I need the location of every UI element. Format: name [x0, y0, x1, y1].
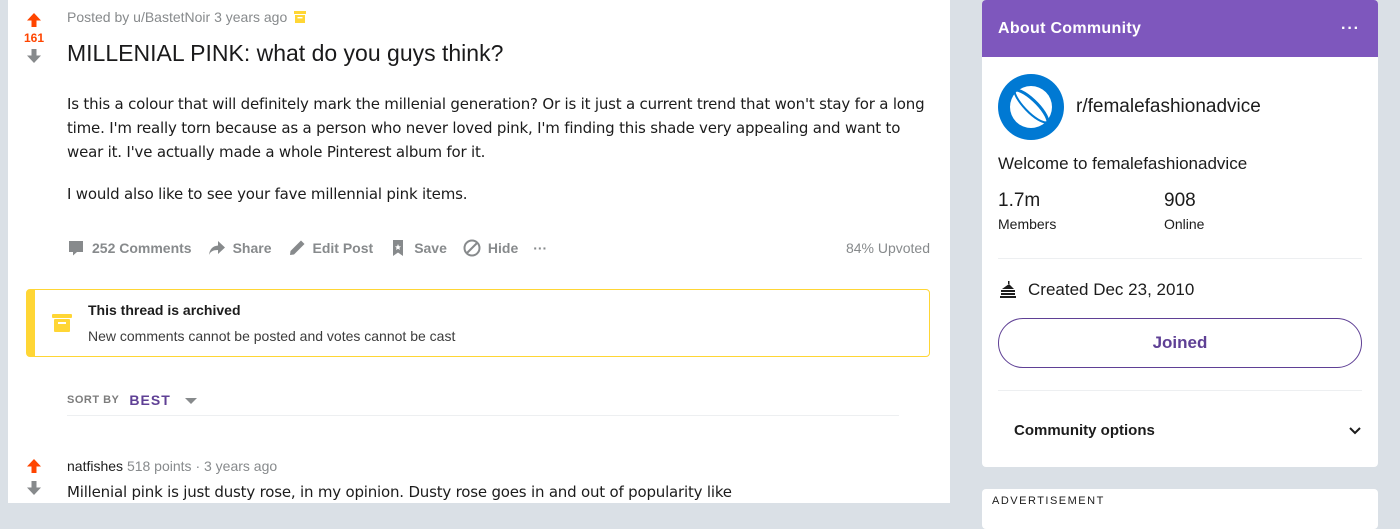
comments-label: 252 Comments — [92, 240, 192, 256]
comment-body: Millenial pink is just dusty rose, in my… — [67, 483, 732, 501]
comment-meta: natfishes 518 points · 3 years ago — [67, 458, 277, 474]
comment-time: 3 years ago — [204, 458, 278, 474]
post-vote-column: 161 — [22, 12, 46, 64]
community-options-toggle[interactable]: Community options — [1014, 422, 1362, 439]
post-score: 161 — [23, 31, 45, 45]
hide-button[interactable]: Hide — [462, 238, 518, 258]
share-button[interactable]: Share — [207, 238, 272, 258]
members-count: 1.7m — [998, 190, 1041, 211]
downvote-icon[interactable] — [26, 480, 42, 496]
advertisement-card: ADVERTISEMENT — [982, 489, 1378, 529]
community-name[interactable]: r/femalefashionadvice — [1076, 96, 1261, 118]
divider — [998, 390, 1362, 391]
archived-title: This thread is archived — [88, 302, 241, 318]
community-description: Welcome to femalefashionadvice — [998, 154, 1248, 173]
share-icon — [208, 241, 225, 255]
post-body: Is this a colour that will definitely ma… — [67, 92, 937, 224]
online-count: 908 — [1164, 190, 1196, 211]
bookmark-icon — [393, 240, 404, 256]
upvote-icon[interactable] — [26, 458, 42, 474]
hide-label: Hide — [487, 240, 519, 256]
archive-icon — [294, 11, 307, 23]
post-paragraph: Is this a colour that will definitely ma… — [67, 95, 925, 161]
more-icon: ··· — [533, 240, 548, 256]
online-label: Online — [1164, 216, 1205, 232]
created-label: Created Dec 23, 2010 — [1028, 280, 1195, 299]
more-options-button[interactable]: ··· — [533, 240, 547, 256]
hide-icon — [463, 239, 481, 257]
comment-icon — [69, 241, 83, 256]
archive-icon — [52, 314, 72, 332]
advertisement-label: ADVERTISEMENT — [992, 495, 1105, 507]
community-stats: 1.7m Members 908 Online — [998, 190, 1330, 232]
members-stat: 1.7m Members — [998, 190, 1164, 232]
comment-vote-column — [22, 458, 46, 496]
comments-button[interactable]: 252 Comments — [66, 238, 192, 258]
archived-subtitle: New comments cannot be posted and votes … — [88, 328, 456, 344]
community-options-label: Community options — [1014, 422, 1155, 439]
upvote-ratio: 84% Upvoted — [845, 240, 930, 256]
edit-post-button[interactable]: Edit Post — [287, 238, 374, 258]
save-label: Save — [414, 240, 447, 256]
post-title: MILLENIAL PINK: what do you guys think? — [67, 40, 504, 66]
edit-post-label: Edit Post — [312, 240, 374, 256]
created-date: Created Dec 23, 2010 — [998, 280, 1194, 300]
post-author-time: Posted by u/BastetNoir 3 years ago — [67, 9, 288, 25]
comment-author[interactable]: natfishes — [67, 458, 123, 474]
post-meta: Posted by u/BastetNoir 3 years ago — [67, 9, 307, 25]
community-identity: r/femalefashionadvice — [998, 74, 1261, 140]
comment-points: 518 points — [126, 458, 192, 474]
post-panel: 161 Posted by u/BastetNoir 3 years ago M… — [8, 0, 950, 503]
about-community-card: About Community ··· r/femalefashionadvic… — [982, 0, 1378, 467]
share-label: Share — [232, 240, 272, 256]
card-header: About Community ··· — [982, 0, 1378, 57]
more-options-icon[interactable]: ··· — [1341, 20, 1360, 38]
card-title: About Community — [998, 19, 1142, 37]
downvote-icon[interactable] — [26, 48, 42, 64]
joined-button[interactable]: Joined — [998, 318, 1362, 368]
comment-sort-bar: SORT BY BEST — [67, 384, 899, 416]
pencil-icon — [289, 240, 305, 255]
sort-dropdown[interactable]: BEST — [129, 392, 170, 408]
post-paragraph: I would also like to see your fave mille… — [67, 185, 468, 203]
save-button[interactable]: Save — [388, 238, 447, 258]
community-avatar-icon — [998, 74, 1064, 140]
chevron-down-icon — [1349, 426, 1361, 434]
archived-notice: This thread is archived New comments can… — [26, 289, 930, 357]
post-actions: 252 Comments Share Edit Post Save Hide ·… — [66, 238, 547, 258]
online-stat: 908 Online — [1164, 190, 1330, 232]
caret-down-icon[interactable] — [184, 398, 197, 404]
upvote-icon[interactable] — [26, 12, 42, 28]
divider — [998, 258, 1362, 259]
members-label: Members — [998, 216, 1057, 232]
cake-icon — [1000, 281, 1016, 298]
sort-by-label: SORT BY — [67, 393, 120, 406]
comment-separator: · — [195, 458, 201, 474]
